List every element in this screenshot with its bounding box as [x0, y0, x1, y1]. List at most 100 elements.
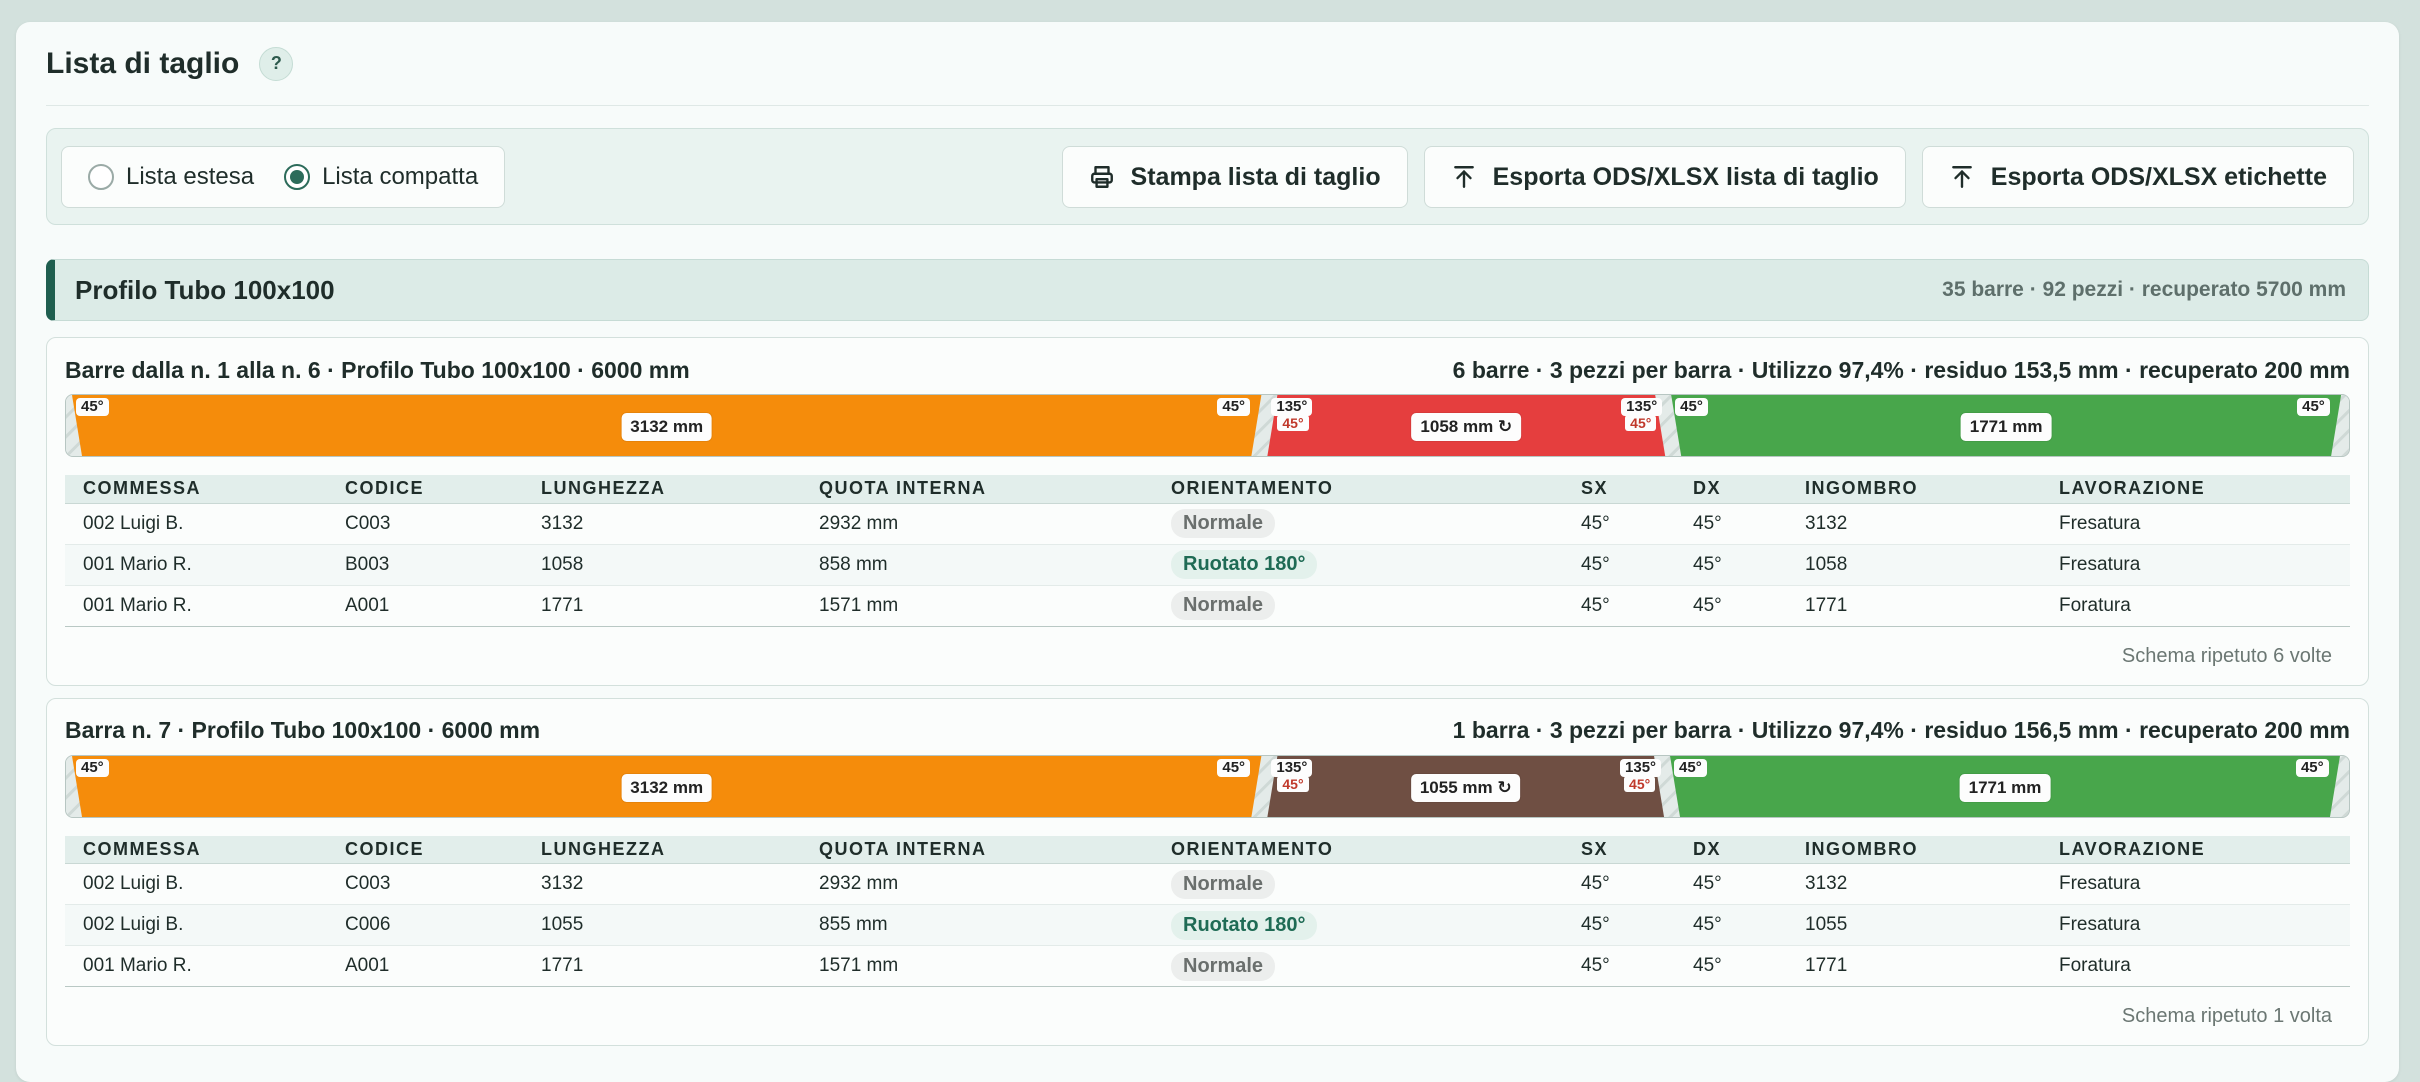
- cell-quota: 1571 mm: [801, 585, 1153, 627]
- table-row[interactable]: 001 Mario R. A001 1771 1571 mm Normale 45° 45°…: [65, 945, 2350, 987]
- cell-codice: C006: [327, 904, 523, 946]
- segment-length-label: 3132 mm: [621, 413, 713, 441]
- cell-commessa: 002 Luigi B.: [65, 503, 327, 545]
- print-cut-list-button[interactable]: Stampa lista di taglio: [1061, 146, 1408, 208]
- cell-commessa: 001 Mario R.: [65, 945, 327, 987]
- radio-lista-compatta[interactable]: Lista compatta: [284, 163, 478, 191]
- right-inner-angle-label: 45°: [1625, 415, 1657, 431]
- header: Lista di taglio ?: [46, 22, 2369, 106]
- export-cut-list-button[interactable]: Esporta ODS/XLSX lista di taglio: [1423, 146, 1906, 208]
- right-angle-label: 45°: [1217, 758, 1251, 777]
- segment-length-label: 3132 mm: [621, 773, 713, 802]
- cell-dx: 45°: [1675, 863, 1787, 905]
- toolbar-actions: Stampa lista di taglio Esporta ODS/XLSX …: [1061, 146, 2354, 208]
- right-angle-label: 135°: [1621, 398, 1663, 416]
- bar-group-title: Barre dalla n. 1 alla n. 6 · Profilo Tub…: [65, 356, 690, 383]
- column-header: ORIENTAMENTO: [1153, 835, 1563, 864]
- bar-group: Barra n. 7 · Profilo Tubo 100x100 · 6000…: [46, 697, 2369, 1046]
- table-row[interactable]: 001 Mario R. B003 1058 858 mm Ruotato 180° 45…: [65, 544, 2350, 586]
- cell-commessa: 002 Luigi B.: [65, 863, 327, 905]
- right-angle-label: 135°: [1620, 758, 1662, 777]
- table-header-row: COMMESSA CODICE LUNGHEZZA QUOTA INTERNA ORIE…: [65, 835, 2350, 864]
- table-row[interactable]: 001 Mario R. A001 1771 1571 mm Normale 45° 45°…: [65, 585, 2350, 627]
- bar-group-summary: 1 barra · 3 pezzi per barra · Utilizzo 9…: [1452, 717, 2350, 743]
- orientation-badge: Normale: [1171, 869, 1276, 899]
- cell-sx: 45°: [1563, 945, 1675, 987]
- pieces-table: COMMESSA CODICE LUNGHEZZA QUOTA INTERNA ORIE…: [65, 475, 2350, 627]
- right-angle-label: 45°: [2295, 758, 2329, 777]
- cell-commessa: 001 Mario R.: [65, 585, 327, 627]
- radio-lista-estesa[interactable]: Lista estesa: [88, 163, 254, 191]
- orientation-badge: Normale: [1171, 509, 1276, 538]
- help-button[interactable]: ?: [259, 46, 294, 81]
- column-header: COMMESSA: [65, 475, 327, 504]
- column-header: CODICE: [327, 835, 523, 864]
- column-header: LUNGHEZZA: [523, 475, 801, 504]
- segment-length-label: 1055 mm ↻: [1410, 773, 1521, 802]
- cell-dx: 45°: [1675, 544, 1787, 586]
- cell-lunghezza: 1058: [523, 544, 801, 586]
- cell-lavorazione: Foratura: [2041, 945, 2350, 987]
- left-inner-angle-label: 45°: [1277, 775, 1309, 792]
- orientation-badge: Normale: [1171, 591, 1276, 620]
- cell-sx: 45°: [1563, 544, 1675, 586]
- page-title: Lista di taglio: [46, 46, 240, 80]
- profile-name: Profilo Tubo 100x100: [75, 274, 335, 305]
- cell-orientamento: Normale: [1153, 863, 1563, 905]
- left-angle-label: 45°: [76, 398, 109, 416]
- table-row[interactable]: 002 Luigi B. C006 1055 855 mm Ruotato 180° 45…: [65, 904, 2350, 946]
- column-header: SX: [1563, 475, 1675, 504]
- segment-length-label: 1058 mm ↻: [1411, 413, 1522, 441]
- cell-commessa: 001 Mario R.: [65, 544, 327, 586]
- cell-codice: C003: [327, 503, 523, 545]
- cell-lunghezza: 1771: [523, 945, 801, 987]
- left-inner-angle-label: 45°: [1277, 415, 1309, 431]
- column-header: SX: [1563, 835, 1675, 864]
- cell-ingombro: 1771: [1787, 585, 2041, 627]
- repeat-note: Schema ripetuto 6 volte: [2121, 644, 2332, 667]
- column-header: INGOMBRO: [1787, 475, 2041, 504]
- cell-sx: 45°: [1563, 863, 1675, 905]
- cell-quota: 858 mm: [801, 544, 1153, 586]
- bar-group-header: Barra n. 7 · Profilo Tubo 100x100 · 6000…: [65, 699, 2350, 755]
- radio-label: Lista compatta: [322, 162, 479, 190]
- cell-lavorazione: Fresatura: [2041, 503, 2350, 545]
- export-labels-button[interactable]: Esporta ODS/XLSX etichette: [1921, 146, 2354, 208]
- orientation-badge: Ruotato 180°: [1171, 910, 1318, 940]
- cell-ingombro: 3132: [1787, 863, 2041, 905]
- left-angle-label: 45°: [76, 758, 109, 777]
- column-header: COMMESSA: [65, 835, 327, 864]
- right-angle-label: 45°: [1217, 398, 1251, 416]
- left-angle-label: 45°: [1675, 398, 1708, 416]
- column-header: CODICE: [327, 475, 523, 504]
- table-header-row: COMMESSA CODICE LUNGHEZZA QUOTA INTERNA ORIE…: [65, 475, 2350, 504]
- cell-lunghezza: 3132: [523, 863, 801, 905]
- cell-dx: 45°: [1675, 503, 1787, 545]
- cell-quota: 2932 mm: [801, 503, 1153, 545]
- cell-lavorazione: Fresatura: [2041, 544, 2350, 586]
- cell-dx: 45°: [1675, 945, 1787, 987]
- profile-section-header[interactable]: Profilo Tubo 100x100 35 barre · 92 pezzi…: [46, 259, 2369, 321]
- table-row[interactable]: 002 Luigi B. C003 3132 2932 mm Normale 45° 45°…: [65, 503, 2350, 545]
- cell-ingombro: 1058: [1787, 544, 2041, 586]
- printer-icon: [1090, 166, 1113, 188]
- cut-list-panel: Lista di taglio ? Lista estesa Lista com…: [16, 22, 2399, 1082]
- column-header: QUOTA INTERNA: [801, 835, 1153, 864]
- right-angle-label: 45°: [2297, 398, 2330, 416]
- cell-quota: 855 mm: [801, 904, 1153, 946]
- cell-codice: A001: [327, 585, 523, 627]
- profile-stats: 35 barre · 92 pezzi · recuperato 5700 mm: [1942, 278, 2346, 301]
- left-angle-label: 135°: [1271, 758, 1313, 777]
- cell-sx: 45°: [1563, 904, 1675, 946]
- column-header: ORIENTAMENTO: [1153, 475, 1563, 504]
- radio-label: Lista estesa: [126, 162, 255, 190]
- table-row[interactable]: 002 Luigi B. C003 3132 2932 mm Normale 45° 45°…: [65, 863, 2350, 905]
- cut-bar-diagram: 3132 mm 45° 45° 1055 mm ↻ 135° 135° 45° 45° 1771…: [65, 754, 2350, 818]
- left-angle-label: 135°: [1271, 398, 1313, 416]
- cell-lunghezza: 1771: [523, 585, 801, 627]
- radio-unchecked-icon[interactable]: [88, 163, 114, 190]
- cell-dx: 45°: [1675, 904, 1787, 946]
- cell-orientamento: Ruotato 180°: [1153, 544, 1563, 586]
- radio-checked-icon[interactable]: [284, 163, 311, 190]
- left-angle-label: 45°: [1674, 758, 1707, 777]
